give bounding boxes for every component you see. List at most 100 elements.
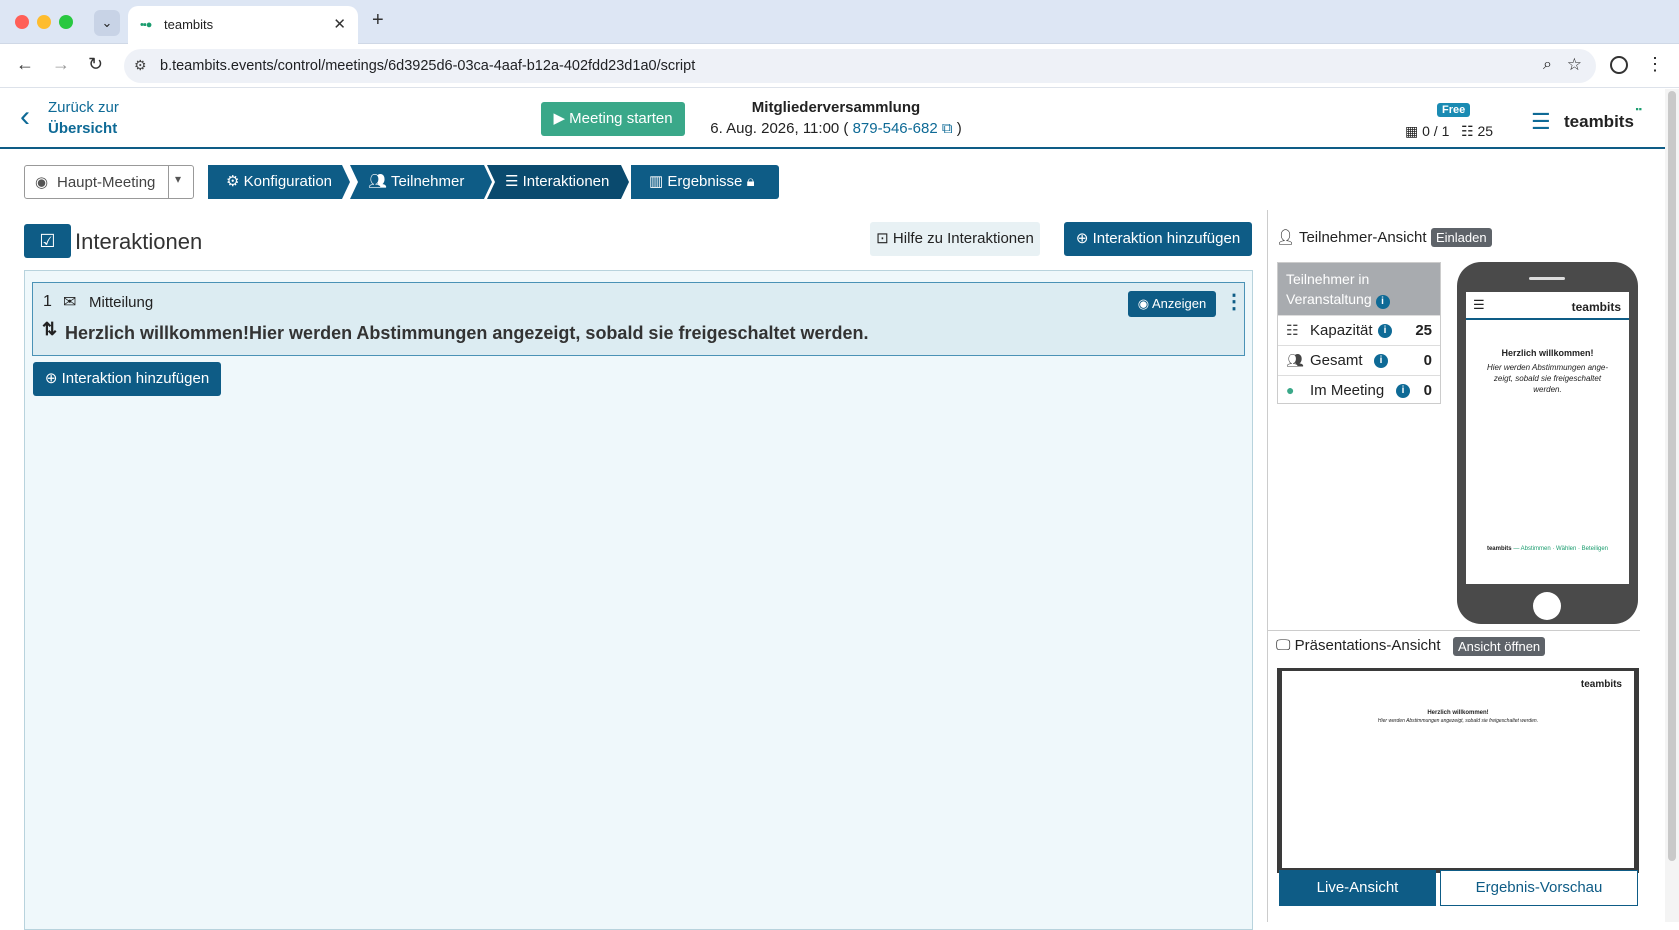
info-icon[interactable]: i (1396, 384, 1410, 398)
preview-panel: 👤︎ Teilnehmer-Ansicht Einladen Teilnehme… (1267, 210, 1640, 922)
phone-footer: teambits — Abstimmen · Wählen · Beteilig… (1466, 546, 1629, 552)
envelope-icon: ✉ (63, 294, 77, 311)
interaction-text: Herzlich willkommen!Hier werden Abstimmu… (65, 323, 869, 343)
bookmark-star-icon[interactable]: ☆ (1567, 55, 1582, 75)
minimize-window-button[interactable] (37, 15, 51, 29)
gears-icon: ⚙ (226, 173, 240, 190)
help-interactions-button[interactable]: ⊡ Hilfe zu Interaktionen (870, 222, 1040, 256)
plus-circle-icon: ⊕ (1075, 230, 1089, 247)
teambits-favicon-icon: •▪● (140, 19, 152, 31)
list-icon: ☰ (505, 173, 519, 190)
presentation-view-label: Präsentations-Ansicht (1294, 637, 1441, 654)
add-interaction-label-top: Interaktion hinzufügen (1092, 230, 1241, 247)
add-interaction-label-bottom: Interaktion hinzufügen (61, 370, 210, 387)
open-view-button[interactable]: Ansicht öffnen (1453, 637, 1546, 656)
tab-title: teambits (164, 17, 214, 32)
copy-icon[interactable]: ⧉ (942, 120, 953, 137)
maximize-window-button[interactable] (59, 15, 73, 29)
stats-label: Gesamt (1310, 352, 1363, 369)
profile-icon[interactable] (1610, 56, 1628, 74)
tab-interaktionen[interactable]: ☰ Interaktionen (487, 165, 629, 199)
back-link-line2: Übersicht (48, 120, 118, 137)
hamburger-menu-icon[interactable]: ☰ (1531, 109, 1551, 135)
tab-interaktionen-label: Interaktionen (522, 173, 610, 190)
tab-result-preview[interactable]: Ergebnis-Vorschau (1440, 870, 1638, 906)
info-icon[interactable]: i (1374, 354, 1388, 368)
stats-header-text: Teilnehmer in Veranstaltung (1286, 271, 1372, 307)
interaction-type: Mitteilung (89, 294, 154, 311)
back-arrow-icon[interactable]: ← (16, 54, 34, 75)
browser-tabbar: ⌄ •▪● teambits ✕ + (0, 0, 1679, 44)
stats-value: 0 (1423, 352, 1432, 369)
online-dot-icon: ● (1286, 382, 1295, 398)
show-interaction-button[interactable]: ◉ Anzeigen (1128, 291, 1216, 317)
browser-tab[interactable]: •▪● teambits ✕ (128, 6, 358, 44)
close-tab-icon[interactable]: ✕ (333, 15, 346, 33)
caret-down-icon[interactable]: ▾ (175, 172, 181, 186)
start-meeting-label: Meeting starten (569, 110, 673, 127)
info-icon[interactable]: i (1375, 295, 1390, 309)
check-circle-icon: ◉ (35, 174, 49, 191)
stats-row-capacity: ☷ Kapazität i 25 (1278, 315, 1440, 345)
new-tab-icon[interactable]: + (372, 9, 384, 32)
start-meeting-button[interactable]: ▶ Meeting starten (541, 102, 685, 136)
browser-menu-icon[interactable]: ⋮ (1646, 54, 1664, 75)
invite-button[interactable]: Einladen (1431, 228, 1492, 247)
plus-circle-icon: ⊕ (44, 370, 58, 387)
panel-divider (1268, 630, 1640, 631)
rooms-icon: ▦ (1405, 123, 1419, 139)
reload-icon[interactable]: ↻ (88, 54, 103, 75)
scrollbar-thumb[interactable] (1668, 91, 1676, 861)
app-header: ‹ Zurück zur Übersicht ▶ Meeting starten… (0, 89, 1665, 149)
phone-logo: teambits (1571, 300, 1621, 314)
phone-home-button (1533, 592, 1561, 620)
phone-body: Hier werden Abstimmungen ange-zeigt, sob… (1486, 363, 1609, 394)
address-bar[interactable]: ⚙ b.teambits.events/control/meetings/6d3… (124, 49, 1596, 83)
tab-ergebnisse[interactable]: ▥ Ergebnisse 🔒︎ (631, 165, 779, 199)
back-link-line1: Zurück zur (48, 99, 119, 116)
teambits-logo[interactable]: teambits ▪▪ (1564, 104, 1642, 132)
presentation-view-title: 🖵︎ Präsentations-Ansicht (1276, 637, 1441, 654)
meeting-id-link[interactable]: 879-546-682 (853, 120, 938, 137)
capacity-info: ▦ 0 / 1 ☷ 25 (1405, 123, 1493, 140)
interaction-item[interactable]: 1 ✉ Mitteilung ⇅ Herzlich willkommen!Hie… (32, 282, 1245, 356)
chart-icon: ▥ (649, 173, 664, 190)
participant-stats: Teilnehmer in Veranstaltung i ☷ Kapazitä… (1277, 262, 1441, 404)
more-options-icon[interactable]: ⋮ (1224, 289, 1244, 314)
meeting-select-dropdown[interactable]: ◉ Haupt-Meeting ▾ (24, 165, 194, 199)
help-button-label: Hilfe zu Interaktionen (892, 230, 1034, 247)
tab-konfiguration[interactable]: ⚙ Konfiguration (208, 165, 350, 199)
users-icon: 👥︎ (368, 173, 388, 190)
stats-value: 0 (1423, 382, 1432, 399)
add-interaction-button-bottom[interactable]: ⊕ Interaktion hinzufügen (33, 362, 221, 396)
phone-speaker (1529, 277, 1565, 280)
meeting-title: Mitgliederversammlung (751, 99, 921, 116)
tab-teilnehmer-label: Teilnehmer (390, 173, 465, 190)
tab-search-chevron-icon[interactable]: ⌄ (94, 10, 120, 36)
monitor-icon: 🖵︎ (1276, 637, 1291, 654)
zoom-icon[interactable]: ⌕ (1543, 56, 1552, 74)
sort-arrows-icon[interactable]: ⇅ (42, 319, 57, 340)
phone-footer-brand: teambits (1486, 546, 1512, 552)
page-scrollbar[interactable] (1665, 89, 1679, 922)
forward-arrow-icon[interactable]: → (52, 54, 70, 75)
capacity-count: 25 (1477, 123, 1494, 139)
presentation-heading: Herzlich willkommen! (1427, 710, 1489, 716)
person-icon: 👤︎ (1276, 229, 1296, 246)
phone-header: ☰ teambits (1466, 292, 1629, 320)
tab-live-view[interactable]: Live-Ansicht (1279, 870, 1436, 906)
stats-row-in-meeting: ● Im Meeting i 0 (1278, 375, 1440, 405)
stats-label: Im Meeting (1310, 382, 1385, 399)
presentation-logo: teambits (1580, 679, 1622, 690)
info-icon[interactable]: i (1378, 324, 1392, 338)
close-window-button[interactable] (15, 15, 29, 29)
tab-teilnehmer[interactable]: 👥︎ Teilnehmer (350, 165, 492, 199)
phone-preview: ☰ teambits Herzlich willkommen! Hier wer… (1457, 262, 1638, 624)
site-settings-icon[interactable]: ⚙ (134, 57, 147, 74)
presentation-preview: teambits Herzlich willkommen! Hier werde… (1277, 668, 1639, 873)
presentation-body: Hier werden Abstimmungen angezeigt, soba… (1377, 718, 1539, 724)
users-icon: 👥︎ (1286, 352, 1304, 368)
hamburger-menu-icon: ☰ (1473, 297, 1485, 312)
play-circle-icon: ▶ (553, 110, 565, 127)
add-interaction-button-top[interactable]: ⊕ Interaktion hinzufügen (1064, 222, 1252, 256)
